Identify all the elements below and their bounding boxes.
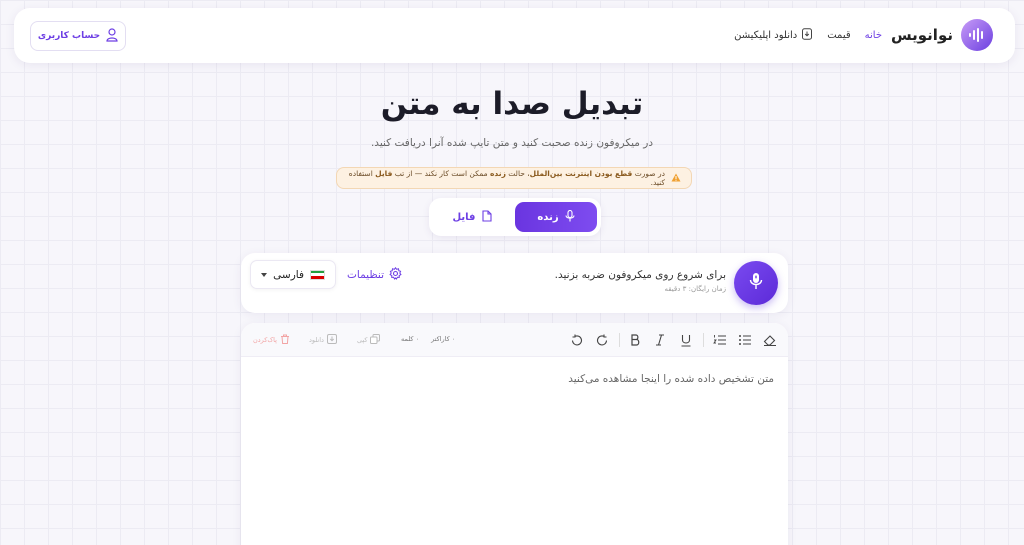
bullet-list-icon[interactable]	[737, 332, 753, 348]
toolbar-divider	[703, 333, 704, 347]
account-label: حساب کاربری	[37, 31, 101, 41]
eraser-icon[interactable]	[762, 332, 778, 348]
microphone-icon	[565, 209, 575, 225]
language-select[interactable]: فارسی	[250, 260, 336, 289]
settings-button[interactable]: تنظیمات	[347, 266, 402, 283]
text-stats: ۰ کلمه ۰ کاراکتر	[401, 335, 455, 343]
language-value: فارسی	[273, 269, 325, 281]
tab-file[interactable]: فایل	[433, 202, 513, 232]
top-header: نوانویس خانه قیمت دانلود اپلیکیشن حساب ک…	[14, 8, 1015, 63]
user-icon	[106, 27, 118, 45]
copy-button[interactable]: کپی	[357, 334, 381, 346]
mode-toggle: زنده فایل	[429, 198, 601, 236]
main-nav: خانه قیمت دانلود اپلیکیشن	[734, 28, 882, 43]
download-app-icon	[801, 28, 813, 43]
iran-flag-icon	[310, 269, 325, 280]
brand-logo[interactable]: نوانویس	[891, 18, 993, 52]
warning-text: در صورت قطع بودن اینترنت بین‌الملل، حالت…	[348, 169, 665, 187]
settings-label: تنظیمات	[347, 269, 385, 281]
brand-name: نوانویس	[890, 26, 953, 44]
warning-icon	[671, 173, 681, 184]
editor-toolbar: ۰ کلمه ۰ کاراکتر کپی دانلود پاک‌کردن	[241, 323, 788, 357]
word-count: ۰ کلمه	[401, 335, 420, 343]
recorder-prompt: برای شروع روی میکروفون ضربه بزنید.	[554, 269, 726, 281]
nav-download-app[interactable]: دانلود اپلیکیشن	[734, 28, 813, 43]
download-icon	[326, 334, 337, 346]
tab-file-label: فایل	[452, 211, 476, 223]
gear-icon	[389, 266, 402, 283]
clear-label: پاک‌کردن	[253, 336, 277, 344]
tab-live-label: زنده	[537, 211, 559, 223]
undo-icon[interactable]	[568, 332, 584, 348]
sound-wave-icon	[961, 19, 993, 51]
account-button[interactable]: حساب کاربری	[30, 21, 126, 51]
italic-icon[interactable]	[652, 332, 668, 348]
underline-icon[interactable]	[678, 332, 694, 348]
download-button[interactable]: دانلود	[309, 334, 337, 346]
tab-live[interactable]: زنده	[515, 202, 597, 232]
char-count: ۰ کاراکتر	[431, 335, 456, 343]
redo-icon[interactable]	[594, 332, 610, 348]
copy-icon	[370, 334, 381, 346]
copy-label: کپی	[357, 336, 368, 344]
nav-home[interactable]: خانه	[865, 30, 882, 41]
download-label: دانلود	[309, 336, 324, 344]
recorder-info: برای شروع روی میکروفون ضربه بزنید. زمان …	[555, 269, 726, 293]
recorder-panel: برای شروع روی میکروفون ضربه بزنید. زمان …	[241, 253, 788, 313]
record-button[interactable]	[734, 261, 778, 305]
file-icon	[481, 209, 493, 225]
free-time-label: زمان رایگان: ۳ دقیقه	[664, 285, 727, 293]
toolbar-divider	[619, 333, 620, 347]
trash-icon	[280, 334, 290, 346]
language-label: فارسی	[273, 268, 304, 281]
microphone-icon	[749, 272, 763, 294]
page-title: تبدیل صدا به متن	[380, 86, 644, 122]
nav-price[interactable]: قیمت	[827, 30, 850, 41]
bold-icon[interactable]	[627, 332, 643, 348]
chevron-down-icon	[261, 272, 267, 277]
numbered-list-icon[interactable]	[712, 332, 728, 348]
transcript-editor: ۰ کلمه ۰ کاراکتر کپی دانلود پاک‌کردن متن…	[241, 323, 788, 545]
transcript-placeholder[interactable]: متن تشخیص داده شده را اینجا مشاهده می‌کن…	[568, 373, 774, 385]
nav-download-app-label: دانلود اپلیکیشن	[734, 30, 798, 41]
clear-button[interactable]: پاک‌کردن	[253, 334, 290, 346]
page-subtitle: در میکروفون زنده صحبت کنید و متن تایپ شد…	[370, 137, 654, 149]
internet-warning: در صورت قطع بودن اینترنت بین‌الملل، حالت…	[336, 167, 692, 189]
